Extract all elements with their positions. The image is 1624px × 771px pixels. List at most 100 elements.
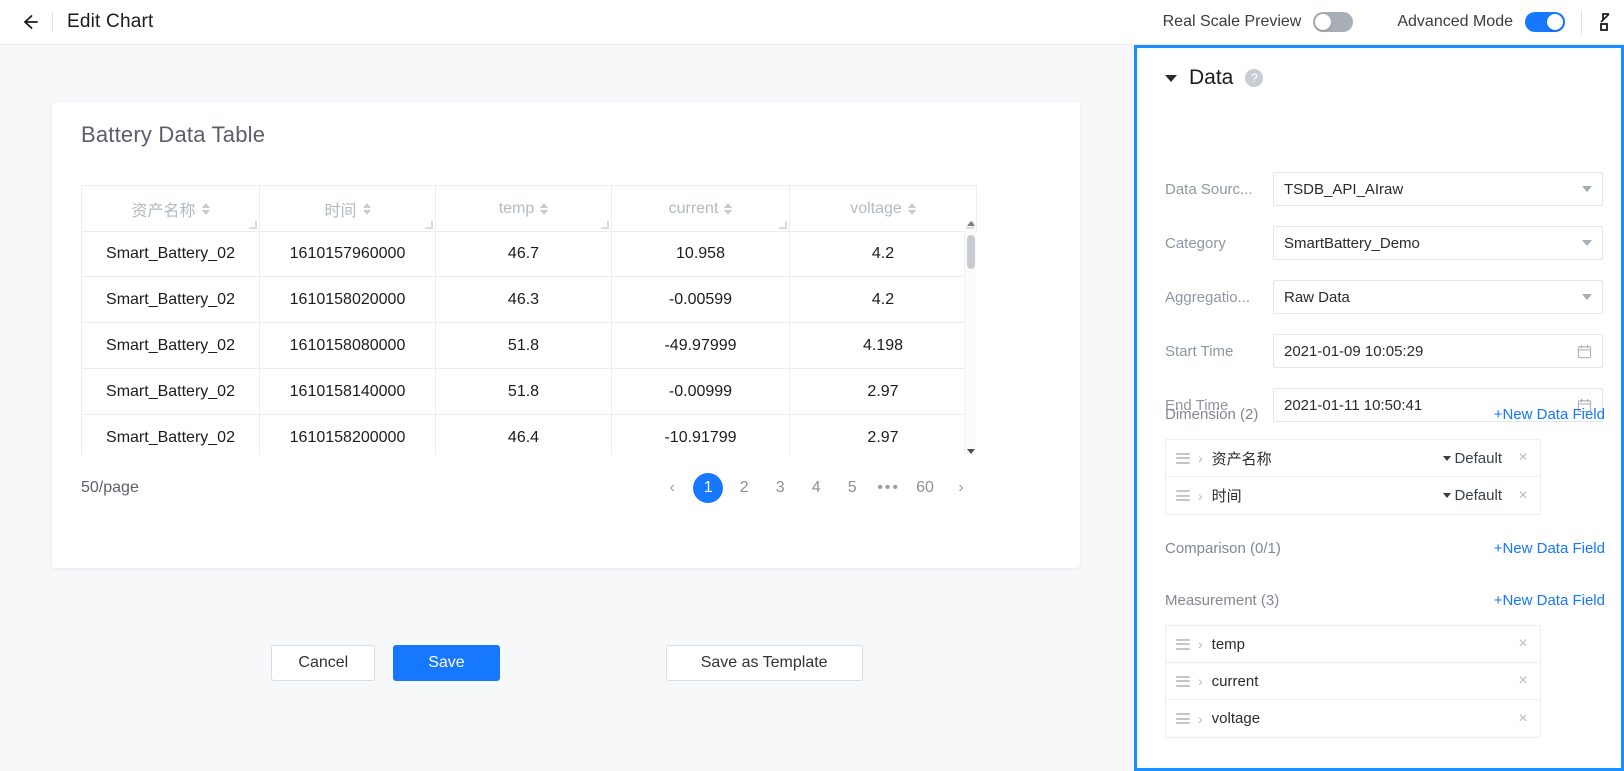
category-value: SmartBattery_Demo — [1284, 234, 1420, 252]
column-header-voltage[interactable]: voltage — [789, 185, 977, 232]
chevron-down-icon — [1582, 240, 1592, 246]
start-time-value: 2021-01-09 10:05:29 — [1284, 342, 1424, 360]
data-source-value: TSDB_API_AIraw — [1284, 180, 1404, 198]
drag-handle-icon[interactable] — [1176, 675, 1190, 687]
cell-temp: 46.3 — [435, 276, 612, 323]
fullscreen-expand-icon[interactable] — [1598, 11, 1620, 33]
column-resize-handle[interactable] — [779, 221, 787, 229]
start-time-input[interactable]: 2021-01-09 10:05:29 — [1273, 334, 1603, 368]
column-header-asset-name[interactable]: 资产名称 — [81, 185, 260, 232]
table-row[interactable]: Smart_Battery_02 1610158200000 46.4 -10.… — [81, 414, 976, 455]
scroll-down-arrow-icon[interactable] — [965, 445, 977, 457]
column-resize-handle[interactable] — [601, 221, 609, 229]
cell-time: 1610157960000 — [259, 231, 436, 277]
chevron-right-icon[interactable]: › — [1198, 451, 1203, 465]
field-label: temp — [1211, 635, 1246, 653]
scroll-up-arrow-icon[interactable] — [965, 217, 977, 229]
cell-current: 10.958 — [611, 231, 790, 277]
chevron-right-icon[interactable]: › — [1198, 637, 1203, 651]
drag-handle-icon[interactable] — [1176, 638, 1190, 650]
column-resize-handle[interactable] — [249, 221, 257, 229]
comparison-section-title: Comparison (0/1) — [1165, 540, 1281, 557]
list-item[interactable]: › temp × — [1166, 626, 1540, 663]
question-mark-icon[interactable]: ? — [1245, 69, 1264, 87]
back-button[interactable] — [16, 8, 44, 36]
advanced-mode-toggle[interactable] — [1525, 12, 1565, 32]
sort-icon[interactable] — [362, 202, 371, 215]
close-x-icon[interactable]: × — [1516, 672, 1530, 690]
data-table: 资产名称 时间 temp current voltage Smart_Batte… — [81, 185, 977, 457]
aggregation-label: Aggregatio... — [1165, 288, 1251, 306]
close-x-icon[interactable]: × — [1516, 635, 1530, 653]
cell-asset-name: Smart_Battery_02 — [81, 368, 260, 415]
cell-asset-name: Smart_Battery_02 — [81, 322, 260, 369]
table-row[interactable]: Smart_Battery_02 1610158080000 51.8 -49.… — [81, 322, 976, 369]
pagination-page-4[interactable]: 4 — [801, 473, 831, 503]
real-scale-preview-toggle[interactable] — [1313, 12, 1354, 32]
pagination-page-1[interactable]: 1 — [693, 473, 724, 503]
aggregation-dropdown[interactable]: Default — [1443, 487, 1502, 504]
measurement-new-data-field-button[interactable]: +New Data Field — [1494, 592, 1605, 609]
pagination-prev[interactable]: ‹ — [657, 473, 687, 503]
save-button[interactable]: Save — [393, 645, 500, 681]
chevron-right-icon[interactable]: › — [1198, 489, 1203, 503]
drag-handle-icon[interactable] — [1176, 490, 1190, 501]
table-vertical-scrollbar[interactable] — [964, 220, 977, 457]
column-header-label: 时间 — [324, 202, 357, 220]
aggregation-select[interactable]: Raw Data — [1273, 280, 1603, 314]
table-row[interactable]: Smart_Battery_02 1610158020000 46.3 -0.0… — [81, 276, 976, 323]
measurement-section-header: Measurement (3) +New Data Field — [1165, 592, 1605, 609]
column-resize-handle[interactable] — [425, 221, 433, 229]
aggregation-dropdown[interactable]: Default — [1443, 450, 1502, 467]
list-item[interactable]: › 时间 Default × — [1166, 477, 1540, 514]
sort-icon[interactable] — [540, 202, 549, 215]
real-scale-preview-group: Real Scale Preview — [1163, 12, 1354, 32]
panel-header: Data ? — [1165, 66, 1264, 90]
cancel-button[interactable]: Cancel — [271, 645, 376, 681]
pagination-next[interactable]: › — [946, 473, 976, 503]
start-time-row: Start Time 2021-01-09 10:05:29 — [1165, 334, 1605, 368]
calendar-icon — [1577, 344, 1592, 358]
cell-temp: 46.4 — [435, 414, 612, 455]
column-header-label: 资产名称 — [131, 202, 196, 220]
scrollbar-thumb[interactable] — [967, 235, 975, 269]
close-x-icon[interactable]: × — [1516, 449, 1530, 467]
save-as-template-button[interactable]: Save as Template — [665, 645, 863, 681]
list-item[interactable]: › 资产名称 Default × — [1166, 440, 1540, 477]
category-select[interactable]: SmartBattery_Demo — [1273, 226, 1603, 260]
comparison-new-data-field-button[interactable]: +New Data Field — [1494, 540, 1605, 557]
list-item[interactable]: › current × — [1166, 663, 1540, 700]
sort-icon[interactable] — [201, 202, 210, 215]
pagination-page-3[interactable]: 3 — [765, 473, 795, 503]
column-header-current[interactable]: current — [611, 185, 790, 232]
data-config-panel: Data ? Data Sourc... TSDB_API_AIraw Cate… — [1134, 45, 1624, 771]
list-item[interactable]: › voltage × — [1166, 700, 1540, 737]
column-header-temp[interactable]: temp — [435, 185, 612, 232]
table-row[interactable]: Smart_Battery_02 1610158140000 51.8 -0.0… — [81, 368, 976, 415]
close-x-icon[interactable]: × — [1516, 710, 1530, 728]
pagination-last-page[interactable]: 60 — [910, 473, 940, 503]
cell-temp: 46.7 — [435, 231, 612, 277]
page-size-selector[interactable]: 50/page — [81, 479, 139, 497]
sort-icon[interactable] — [724, 202, 733, 215]
data-table-body-viewport: Smart_Battery_02 1610157960000 46.7 10.9… — [81, 231, 976, 455]
drag-handle-icon[interactable] — [1176, 452, 1190, 464]
drag-handle-icon[interactable] — [1176, 713, 1190, 724]
sort-icon[interactable] — [907, 202, 916, 215]
real-scale-preview-label: Real Scale Preview — [1162, 13, 1302, 30]
start-time-label: Start Time — [1165, 342, 1234, 360]
data-source-select[interactable]: TSDB_API_AIraw — [1273, 172, 1603, 206]
close-x-icon[interactable]: × — [1516, 487, 1530, 505]
footer-actions: Cancel Save Save as Template — [0, 645, 1134, 681]
chevron-right-icon[interactable]: › — [1198, 674, 1203, 688]
chart-card: Battery Data Table 资产名称 时间 temp current … — [52, 102, 1080, 568]
chevron-down-icon[interactable] — [1165, 74, 1177, 82]
table-row[interactable]: Smart_Battery_02 1610157960000 46.7 10.9… — [81, 231, 976, 277]
pagination-ellipsis[interactable]: ••• — [873, 473, 904, 503]
pagination-page-2[interactable]: 2 — [729, 473, 759, 503]
dimension-new-data-field-button[interactable]: +New Data Field — [1494, 406, 1605, 423]
top-bar-controls: Real Scale Preview Advanced Mode — [1163, 0, 1624, 44]
pagination-page-5[interactable]: 5 — [837, 473, 867, 503]
chevron-right-icon[interactable]: › — [1198, 712, 1203, 726]
column-header-time[interactable]: 时间 — [259, 185, 436, 232]
